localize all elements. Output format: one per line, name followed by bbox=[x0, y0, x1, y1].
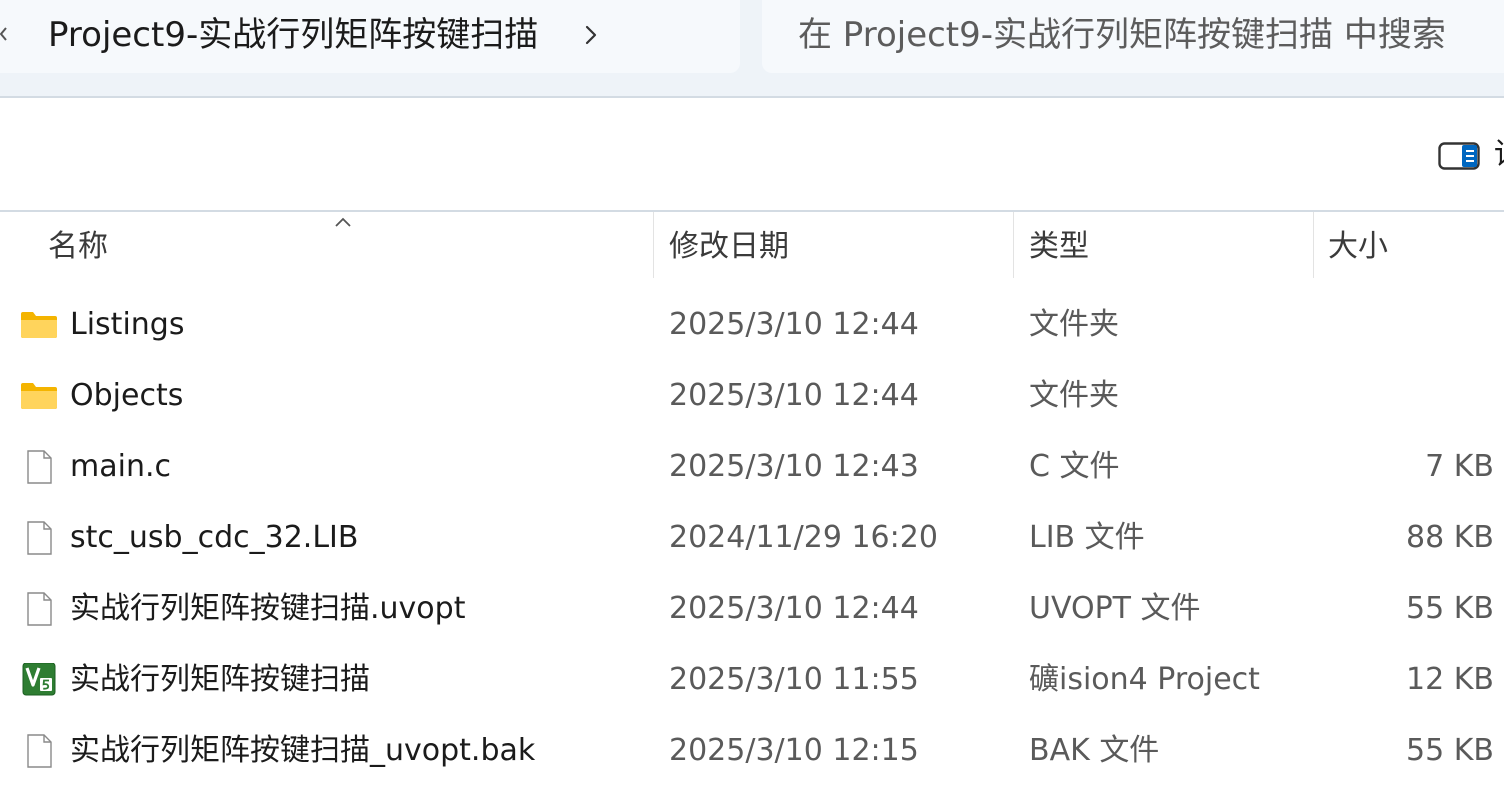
file-row[interactable]: Objects 2025/3/10 12:44 文件夹 bbox=[0, 361, 1504, 432]
file-icon bbox=[27, 592, 52, 626]
chevron-right-icon[interactable] bbox=[580, 20, 602, 50]
file-row[interactable]: 实战行列矩阵按键扫描.uvopt 2025/3/10 12:44 UVOPT 文… bbox=[0, 574, 1504, 645]
file-size: 12 KB bbox=[1406, 662, 1494, 697]
search-input[interactable]: 在 Project9-实战行列矩阵按键扫描 中搜索 bbox=[762, 0, 1504, 73]
column-divider[interactable] bbox=[1013, 212, 1014, 278]
file-type: LIB 文件 bbox=[1029, 520, 1145, 555]
file-icon bbox=[27, 450, 52, 484]
file-date: 2025/3/10 12:44 bbox=[669, 591, 919, 626]
file-date: 2025/3/10 12:44 bbox=[669, 307, 919, 342]
file-row[interactable]: 实战行列矩阵按键扫描 2025/3/10 11:55 礦ision4 Proje… bbox=[0, 645, 1504, 716]
column-divider[interactable] bbox=[653, 212, 654, 278]
keil-uvision-icon bbox=[22, 663, 56, 696]
chevron-left-icon[interactable] bbox=[0, 14, 8, 54]
file-type: C 文件 bbox=[1029, 449, 1120, 484]
file-date: 2024/11/29 16:20 bbox=[669, 520, 938, 555]
file-type: BAK 文件 bbox=[1029, 733, 1160, 768]
details-pane-icon[interactable] bbox=[1438, 142, 1480, 170]
file-date: 2025/3/10 11:55 bbox=[669, 662, 919, 697]
file-name: 实战行列矩阵按键扫描_uvopt.bak bbox=[70, 733, 536, 768]
file-name: 实战行列矩阵按键扫描 bbox=[70, 662, 370, 697]
breadcrumb[interactable]: Project9-实战行列矩阵按键扫描 bbox=[0, 0, 740, 73]
file-size: 55 KB bbox=[1406, 591, 1494, 626]
search-placeholder: 在 Project9-实战行列矩阵按键扫描 中搜索 bbox=[798, 15, 1446, 55]
file-row[interactable]: main.c 2025/3/10 12:43 C 文件 7 KB bbox=[0, 432, 1504, 503]
file-date: 2025/3/10 12:15 bbox=[669, 733, 919, 768]
file-name: main.c bbox=[70, 449, 171, 484]
file-date: 2025/3/10 12:43 bbox=[669, 449, 919, 484]
file-type: 礦ision4 Project bbox=[1029, 662, 1260, 697]
column-header-row: 名称 修改日期 类型 大小 bbox=[0, 212, 1504, 280]
file-row[interactable]: stc_usb_cdc_32.LIB 2024/11/29 16:20 LIB … bbox=[0, 503, 1504, 574]
file-type: 文件夹 bbox=[1029, 307, 1119, 342]
column-header-size[interactable]: 大小 bbox=[1328, 228, 1388, 266]
file-name: Objects bbox=[70, 378, 184, 413]
sort-ascending-icon bbox=[335, 217, 351, 227]
file-name: Listings bbox=[70, 307, 185, 342]
file-date: 2025/3/10 12:44 bbox=[669, 378, 919, 413]
folder-icon bbox=[21, 383, 57, 409]
column-divider[interactable] bbox=[1313, 212, 1314, 278]
file-icon bbox=[27, 521, 52, 555]
file-type: UVOPT 文件 bbox=[1029, 591, 1201, 626]
file-icon bbox=[27, 734, 52, 768]
command-bar: 详 bbox=[0, 98, 1504, 212]
breadcrumb-item-current-folder[interactable]: Project9-实战行列矩阵按键扫描 bbox=[48, 14, 538, 56]
file-name: stc_usb_cdc_32.LIB bbox=[70, 520, 359, 555]
column-header-type[interactable]: 类型 bbox=[1029, 228, 1089, 266]
file-size: 7 KB bbox=[1425, 449, 1494, 484]
file-row[interactable]: Listings 2025/3/10 12:44 文件夹 bbox=[0, 290, 1504, 361]
file-size: 55 KB bbox=[1406, 733, 1494, 768]
column-header-date[interactable]: 修改日期 bbox=[669, 228, 789, 266]
file-size: 88 KB bbox=[1406, 520, 1494, 555]
file-row[interactable]: 实战行列矩阵按键扫描_uvopt.bak 2025/3/10 12:15 BAK… bbox=[0, 716, 1504, 787]
file-type: 文件夹 bbox=[1029, 378, 1119, 413]
details-button-label[interactable]: 详 bbox=[1494, 136, 1504, 174]
folder-icon bbox=[21, 312, 57, 338]
column-header-name[interactable]: 名称 bbox=[48, 228, 108, 266]
file-name: 实战行列矩阵按键扫描.uvopt bbox=[70, 591, 466, 626]
address-bar-region: Project9-实战行列矩阵按键扫描 在 Project9-实战行列矩阵按键扫… bbox=[0, 0, 1504, 98]
